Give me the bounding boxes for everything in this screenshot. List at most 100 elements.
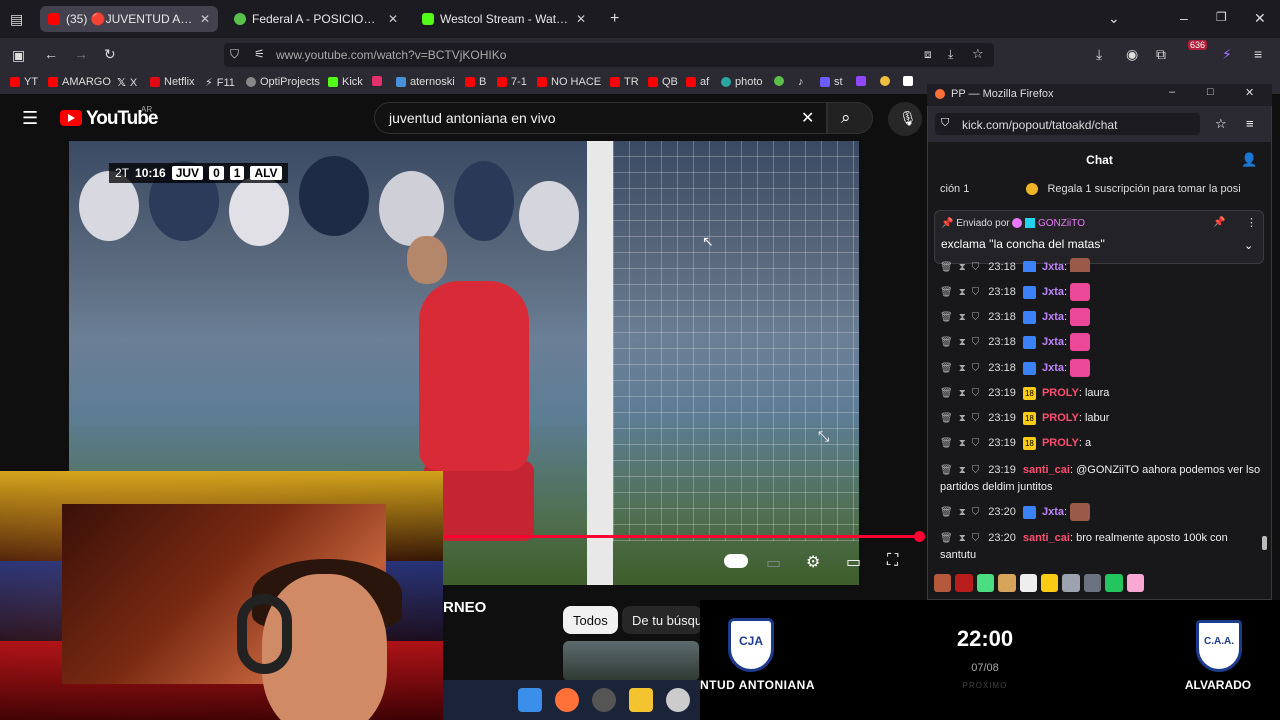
ban-icon[interactable]: ⛉ [972,388,980,399]
file-explorer-icon[interactable] [629,688,653,712]
chat-message[interactable]: 🗑 ⧗ ⛉ 23:18 Jxta: [940,258,1262,272]
menu-icon[interactable]: ≡ [1254,46,1262,62]
hamburger-menu-icon[interactable]: ☰ [22,108,38,129]
close-window-icon[interactable]: ✕ [1245,86,1254,99]
search-button[interactable]: ⌕ [827,102,873,134]
bookmark-item[interactable]: NO HACE [537,76,601,88]
maximize-icon[interactable]: □ [1207,86,1214,98]
message-user[interactable]: Jxta [1042,311,1064,323]
tab-youtube[interactable]: (35) 🔴JUVENTUD ANTONIANA ✕ [40,6,218,32]
video-title-fragment[interactable]: RNEO [443,599,486,616]
delete-icon[interactable]: 🗑 [940,388,953,399]
close-tab-icon[interactable]: ✕ [576,12,586,26]
emote-icon[interactable] [1019,574,1038,592]
message-user[interactable]: Jxta [1042,261,1064,272]
bookmark-item[interactable]: photo [721,76,763,88]
ban-icon[interactable]: ⛉ [972,533,980,544]
bookmark-item[interactable]: Kick [328,76,363,88]
bookmark-item[interactable]: YT [10,76,38,88]
timeout-icon[interactable]: ⧗ [959,507,966,518]
account-icon[interactable]: ◉ [1126,46,1138,63]
related-video-thumbnail[interactable] [563,641,699,681]
timeout-icon[interactable]: ⧗ [959,363,966,374]
bookmark-star-icon[interactable]: ☆ [972,46,984,62]
emote-icon[interactable] [1062,574,1080,592]
tab-list-icon[interactable]: ▤ [10,11,23,28]
bookmark-item[interactable]: AMARGO [48,76,111,88]
timeout-icon[interactable]: ⧗ [959,388,966,399]
delete-icon[interactable]: 🗑 [940,287,953,298]
more-options-icon[interactable]: ⋮ [1246,216,1257,229]
close-tab-icon[interactable]: ✕ [200,12,210,26]
sidebar-icon[interactable]: ▣ [12,47,25,64]
menu-icon[interactable]: ≡ [1246,116,1254,131]
delete-icon[interactable]: 🗑 [940,312,953,323]
voice-search-button[interactable]: 🎙 [888,102,922,136]
save-icon[interactable]: ⤓ [948,47,953,62]
close-window-icon[interactable]: ✕ [1254,10,1266,27]
emote-icon[interactable] [1041,574,1059,592]
bookmark-item[interactable] [903,76,913,86]
notification-badge[interactable]: 636 [1188,40,1208,50]
ban-icon[interactable]: ⛉ [972,337,980,348]
chat-message[interactable]: 🗑 ⧗ ⛉ 23:18 Jxta: [940,359,1262,377]
bookmark-item[interactable]: Netflix [150,76,195,88]
subtitles-icon[interactable]: ▭ [766,553,781,573]
timeout-icon[interactable]: ⧗ [959,465,966,476]
delete-icon[interactable]: 🗑 [940,533,953,544]
message-user[interactable]: santi_cai [1023,464,1070,476]
forward-icon[interactable]: → [74,46,88,62]
chevron-down-icon[interactable]: ⌄ [1108,10,1120,27]
delete-icon[interactable]: 🗑 [940,262,953,272]
unpin-icon[interactable]: 📌 [1213,217,1225,228]
firefox-icon[interactable] [555,688,579,712]
chat-scrollbar[interactable] [1262,536,1267,550]
timeout-icon[interactable]: ⧗ [959,337,966,348]
back-icon[interactable]: ← [44,46,58,62]
clear-search-icon[interactable]: ✕ [801,108,814,128]
chat-message[interactable]: 🗑 ⧗ ⛉ 23:19 santi_cai: @GONZiiTO aahora po… [940,462,1262,495]
delete-icon[interactable]: 🗑 [940,438,953,449]
theater-mode-icon[interactable]: ▭ [846,552,861,572]
chat-message[interactable]: 🗑 ⧗ ⛉ 23:18 Jxta: [940,333,1262,351]
popup-titlebar[interactable]: PP — Mozilla Firefox – □ ✕ [927,84,1272,106]
emote-icon[interactable] [976,574,995,592]
restore-icon[interactable]: ❐ [1216,10,1227,24]
reload-icon[interactable]: ↻ [104,46,116,63]
delete-icon[interactable]: 🗑 [940,413,953,424]
chat-message[interactable]: 🗑 ⧗ ⛉ 23:18 Jxta: [940,308,1262,326]
bookmark-item[interactable] [880,76,890,86]
chat-message[interactable]: 🗑 ⧗ ⛉ 23:19 18 PROLY: labur [940,410,1262,427]
subscription-bar[interactable]: ción 1 Regala 1 suscripción para tomar l… [940,183,1260,196]
ban-icon[interactable]: ⛉ [972,413,980,424]
bookmark-item[interactable]: st [820,76,843,88]
bookmark-item[interactable] [372,76,382,86]
bookmark-item[interactable]: af [686,76,709,88]
extensions-icon[interactable]: ⧉ [1156,46,1166,63]
users-icon[interactable]: 👤 [1241,152,1257,168]
permissions-icon[interactable]: ⚟ [254,47,265,61]
bookmark-item[interactable]: ♪ [798,76,804,88]
emote-icon[interactable] [1126,574,1145,592]
pip-icon[interactable]: ⧈ [924,47,932,62]
obs-icon[interactable] [666,688,690,712]
chip-de-tu-busqueda[interactable]: De tu búsque [622,606,702,634]
emote-icon[interactable] [955,574,973,592]
minimize-icon[interactable]: – [1169,86,1175,98]
chat-message[interactable]: 🗑 ⧗ ⛉ 23:20 santi_cai: bro realmente apost… [940,530,1262,563]
progress-scrubber[interactable] [914,531,925,542]
ban-icon[interactable]: ⛉ [972,262,980,272]
ban-icon[interactable]: ⛉ [972,363,980,374]
delete-icon[interactable]: 🗑 [940,363,953,374]
search-query[interactable]: juventud antoniana en vivo [389,110,556,126]
bookmark-item[interactable] [774,76,784,86]
ban-icon[interactable]: ⛉ [972,465,980,476]
bookmark-item[interactable]: ⚡ F11 [205,76,235,90]
bookmark-item[interactable]: 𝕏X [117,76,137,90]
delete-icon[interactable]: 🗑 [940,507,953,518]
timeout-icon[interactable]: ⧗ [959,262,966,272]
autoplay-toggle[interactable] [724,554,748,568]
timeout-icon[interactable]: ⧗ [959,533,966,544]
emote-icon[interactable] [998,574,1016,592]
timeout-icon[interactable]: ⧗ [959,312,966,323]
